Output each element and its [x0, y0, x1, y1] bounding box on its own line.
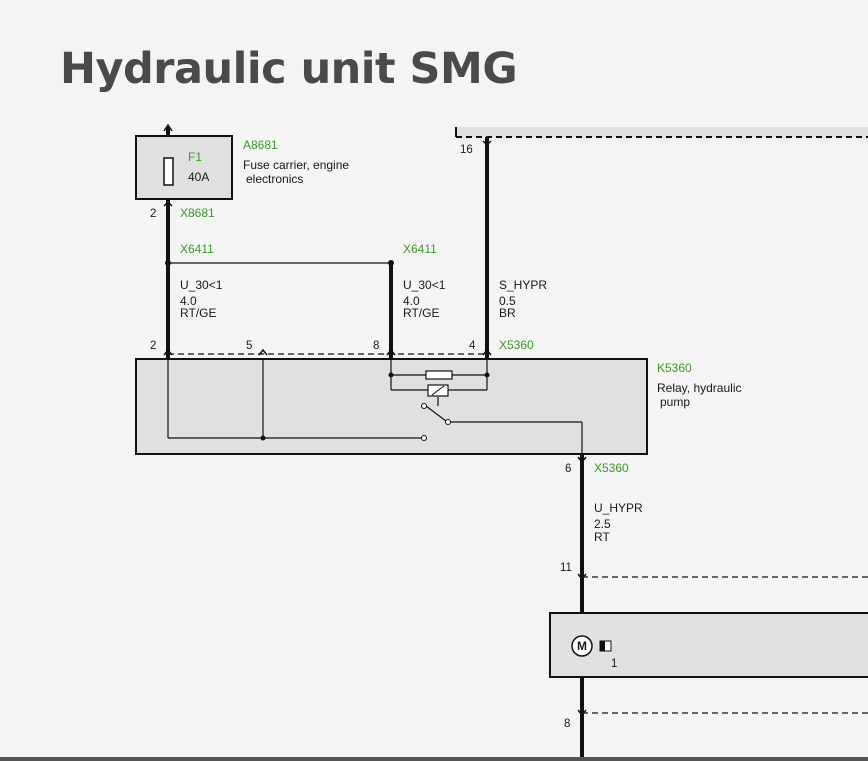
- pin-16-label: 16: [460, 144, 473, 156]
- wire1-signal: U_30<1: [180, 278, 223, 292]
- upper-module-block: [456, 127, 868, 137]
- fuse-id-label: F1: [188, 150, 202, 164]
- pin-8-bottom-label: 8: [564, 718, 570, 730]
- fuse-carrier-id-label: A8681: [243, 138, 278, 152]
- hydraulic-pump-box[interactable]: [549, 612, 868, 678]
- x6411-right-label: X6411: [403, 242, 437, 256]
- wire4-color: RT: [594, 530, 610, 544]
- x5360-bottom-label: X5360: [594, 461, 629, 475]
- wire3-color: BR: [499, 306, 516, 320]
- wire3-signal: S_HYPR: [499, 278, 547, 292]
- fuse-carrier-a8681[interactable]: [135, 135, 233, 200]
- wire4-gauge: 2.5: [594, 517, 611, 531]
- pin-11-label: 11: [560, 562, 572, 574]
- fuse-rating-label: 40A: [188, 170, 209, 184]
- wire1-color: RT/GE: [180, 306, 216, 320]
- relay-desc-line2: pump: [660, 395, 690, 409]
- x5360-top-label: X5360: [499, 338, 534, 352]
- x5360-pin-6: 6: [565, 463, 571, 475]
- x5360-pin-5: 5: [246, 340, 252, 352]
- x5360-pin-8: 8: [373, 340, 379, 352]
- motor-pin-label: 1: [611, 658, 617, 670]
- relay-resistor-icon: [425, 370, 453, 380]
- fuse-carrier-desc-line1: Fuse carrier, engine: [243, 158, 349, 172]
- x8681-id-label: X8681: [180, 206, 215, 220]
- fuse-icon: [163, 157, 174, 186]
- wire2-color: RT/GE: [403, 306, 439, 320]
- x6411-left-label: X6411: [180, 242, 214, 256]
- x5360-pin-4: 4: [469, 340, 476, 352]
- bottom-edge-bar: [0, 757, 868, 761]
- fuse-carrier-desc-line2: electronics: [246, 172, 303, 186]
- wire4-signal: U_HYPR: [594, 501, 643, 515]
- wire2-signal: U_30<1: [403, 278, 446, 292]
- motor-symbol: M: [577, 639, 587, 653]
- wiring-diagram: F1 40A A8681 Fuse carrier, engine electr…: [135, 123, 868, 757]
- x8681-pin-label: 2: [150, 208, 156, 220]
- x5360-pin-2: 2: [150, 340, 156, 352]
- relay-id-label: K5360: [657, 361, 692, 375]
- relay-desc-line1: Relay, hydraulic: [657, 381, 741, 395]
